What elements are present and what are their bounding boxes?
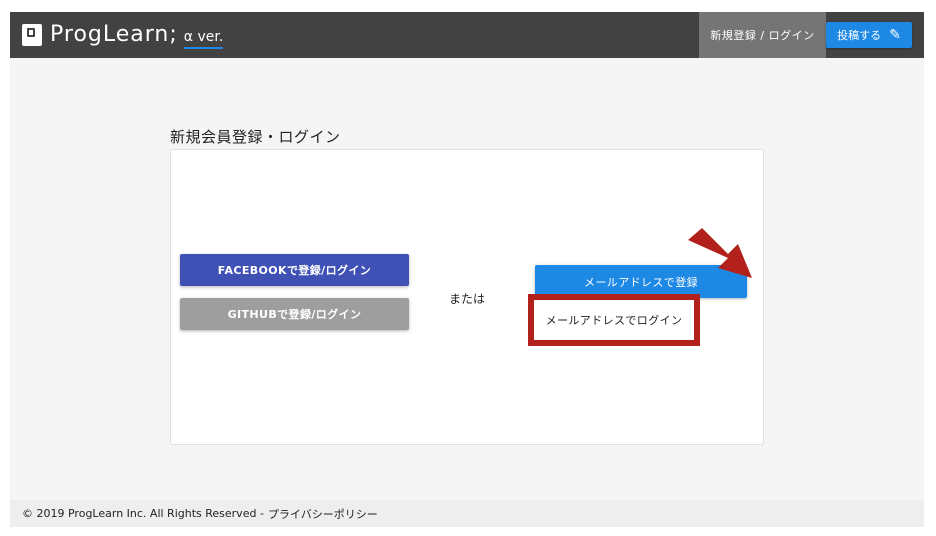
app-frame: ProgLearn; α ver. 新規登録 / ログイン 投稿する ✎ 新規会… [10,12,924,527]
post-button-label: 投稿する [837,29,882,42]
top-header: ProgLearn; α ver. 新規登録 / ログイン 投稿する ✎ [10,12,924,58]
email-login-link[interactable]: メールアドレスでログイン [546,312,683,328]
pencil-icon: ✎ [889,27,901,43]
or-separator: または [449,292,486,306]
email-login-highlight: メールアドレスでログイン [528,294,700,346]
github-login-label: GITHUBで登録/ログイン [227,308,362,321]
footer: © 2019 ProgLearn Inc. All Rights Reserve… [10,500,924,527]
footer-copyright: © 2019 ProgLearn Inc. All Rights Reserve… [22,507,264,520]
logo-version: α ver. [183,27,224,49]
login-card: FACEBOOKで登録/ログイン GITHUBで登録/ログイン または メールア… [170,149,764,445]
post-button[interactable]: 投稿する ✎ [826,22,912,48]
facebook-login-button[interactable]: FACEBOOKで登録/ログイン [180,254,409,286]
logo[interactable]: ProgLearn; α ver. [22,21,224,49]
header-login-label: 新規登録 / ログイン [710,29,815,42]
logo-mark-icon [22,24,42,46]
page-title: 新規会員登録・ログイン [170,128,341,146]
privacy-policy-link[interactable]: プライバシーポリシー [268,506,378,522]
email-register-label: メールアドレスで登録 [584,275,698,289]
header-login-button[interactable]: 新規登録 / ログイン [699,12,826,58]
logo-text: ProgLearn; [50,22,178,47]
facebook-login-label: FACEBOOKで登録/ログイン [217,264,372,277]
github-login-button[interactable]: GITHUBで登録/ログイン [180,298,409,330]
arrow-icon [688,228,752,278]
